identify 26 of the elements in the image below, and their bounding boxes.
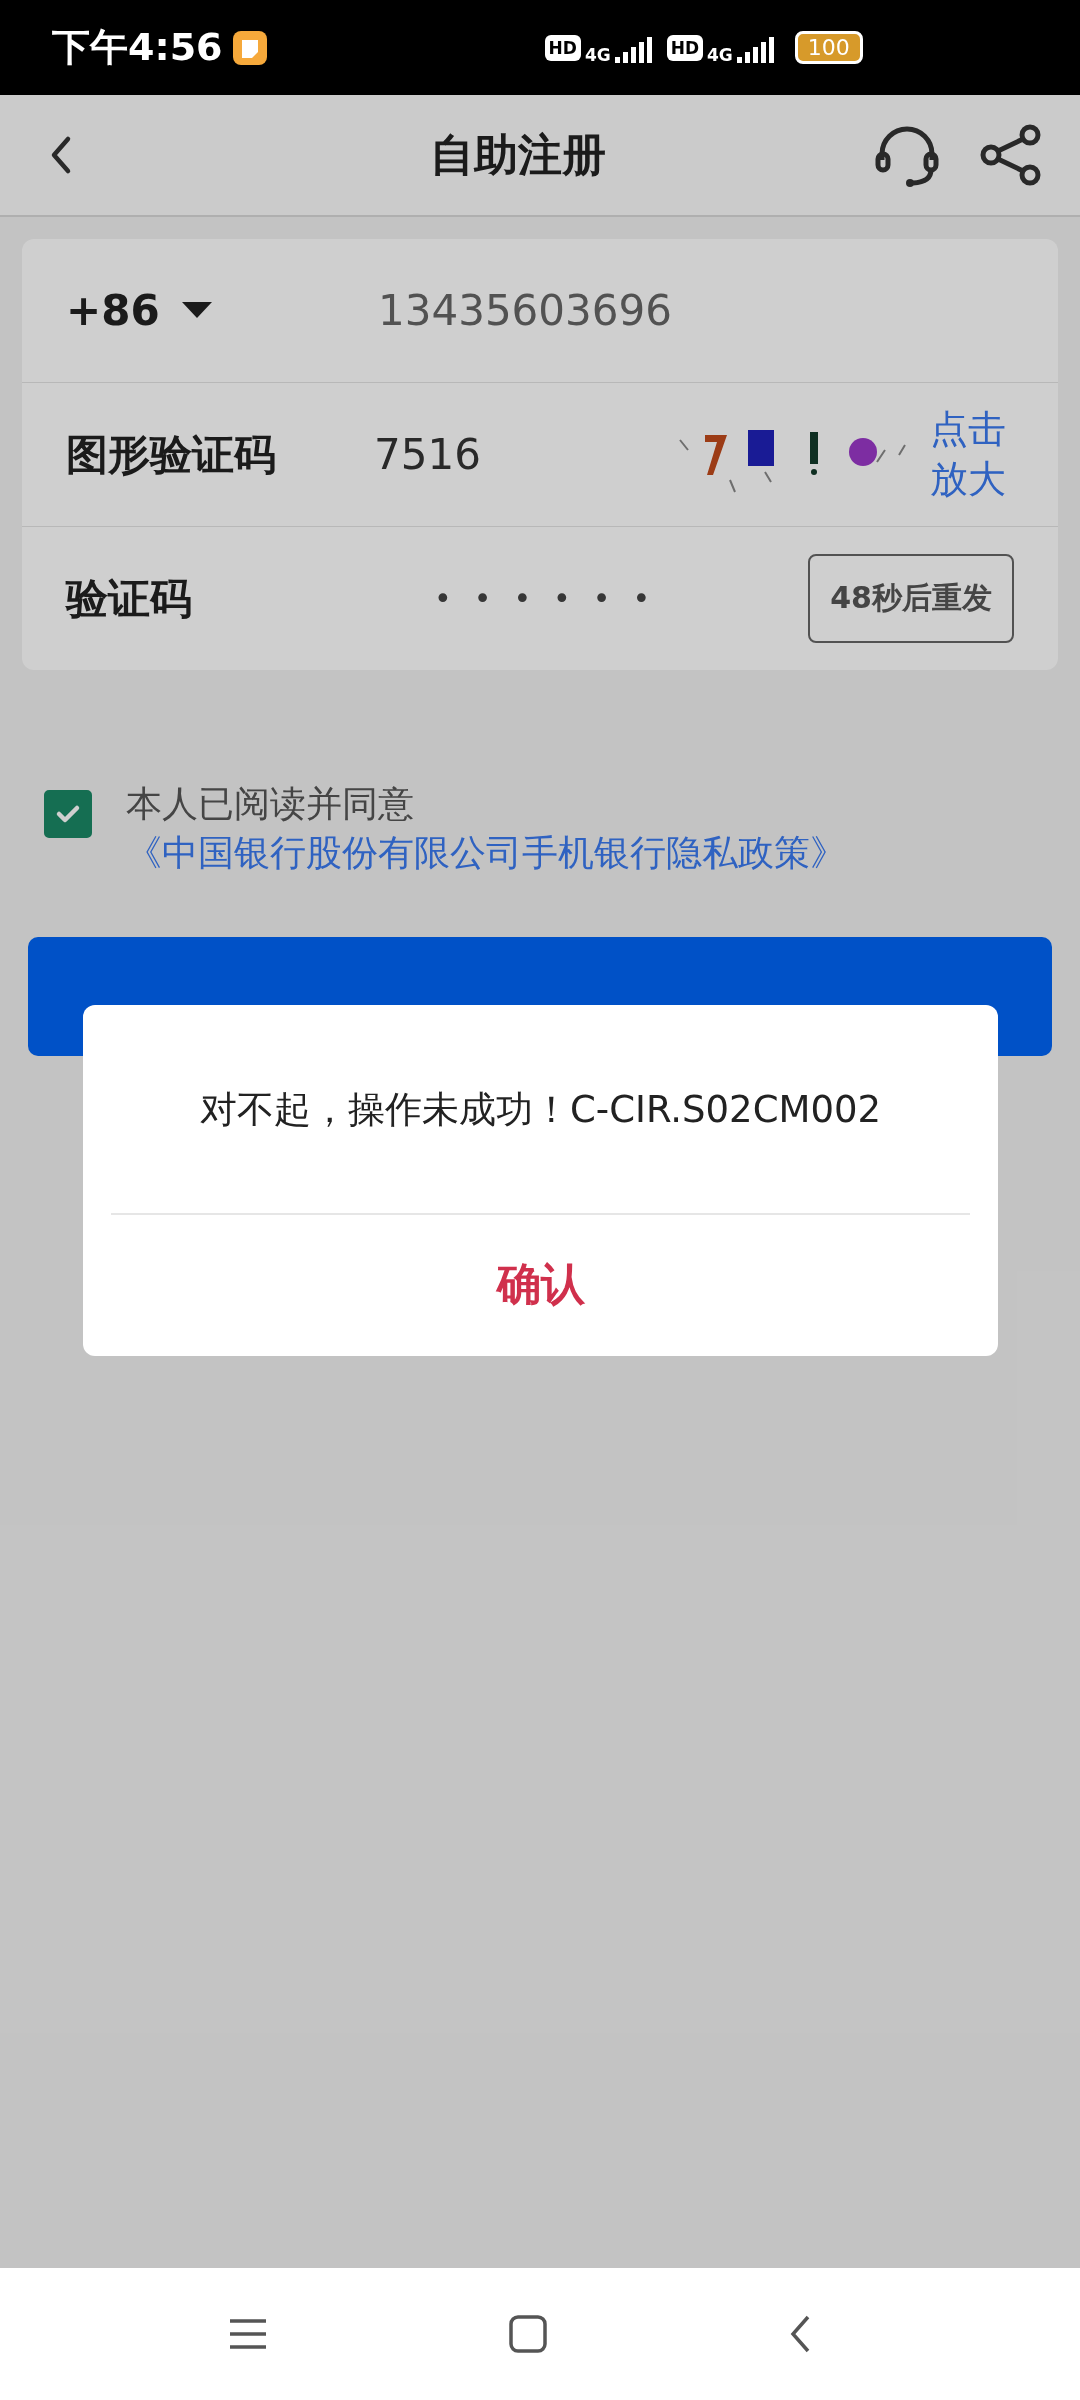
hd-badge: HD (666, 34, 703, 61)
privacy-policy-link[interactable]: 《中国银行股份有限公司手机银行隐私政策》 (126, 831, 846, 873)
sms-code-input[interactable]: •••••• (374, 581, 809, 616)
caret-icon (181, 301, 212, 320)
page-title: 自助注册 (429, 127, 607, 182)
phone-input[interactable]: 13435603696 (378, 286, 1014, 335)
country-code-dropdown[interactable]: +86 (66, 286, 378, 335)
agreement-checkbox[interactable] (44, 790, 92, 838)
back-icon[interactable] (788, 2314, 812, 2354)
status-time: 下午4:56 (52, 24, 223, 71)
share-icon[interactable] (980, 124, 1042, 186)
enlarge-link[interactable]: 点击放大 (930, 405, 1014, 504)
confirm-button[interactable]: 确认 (83, 1215, 998, 1356)
network-type: 4G (584, 44, 611, 65)
network-type: 4G (707, 44, 733, 65)
error-message: 对不起，操作未成功！C-CIR.S02CM002 (199, 1087, 882, 1133)
home-icon[interactable] (508, 2314, 548, 2354)
gallery-notification-icon (232, 30, 267, 65)
hd-badge: HD (544, 34, 581, 61)
captcha-input[interactable]: 7516 (374, 430, 670, 479)
captcha-label: 图形验证码 (66, 428, 277, 481)
battery-level: 100 (794, 31, 863, 64)
menu-icon[interactable] (228, 2317, 268, 2351)
sms-code-label: 验证码 (66, 572, 193, 625)
resend-button[interactable]: 48秒后重发 (808, 554, 1014, 643)
agreement-text: 本人已阅读并同意 《中国银行股份有限公司手机银行隐私政策》 (126, 782, 847, 875)
